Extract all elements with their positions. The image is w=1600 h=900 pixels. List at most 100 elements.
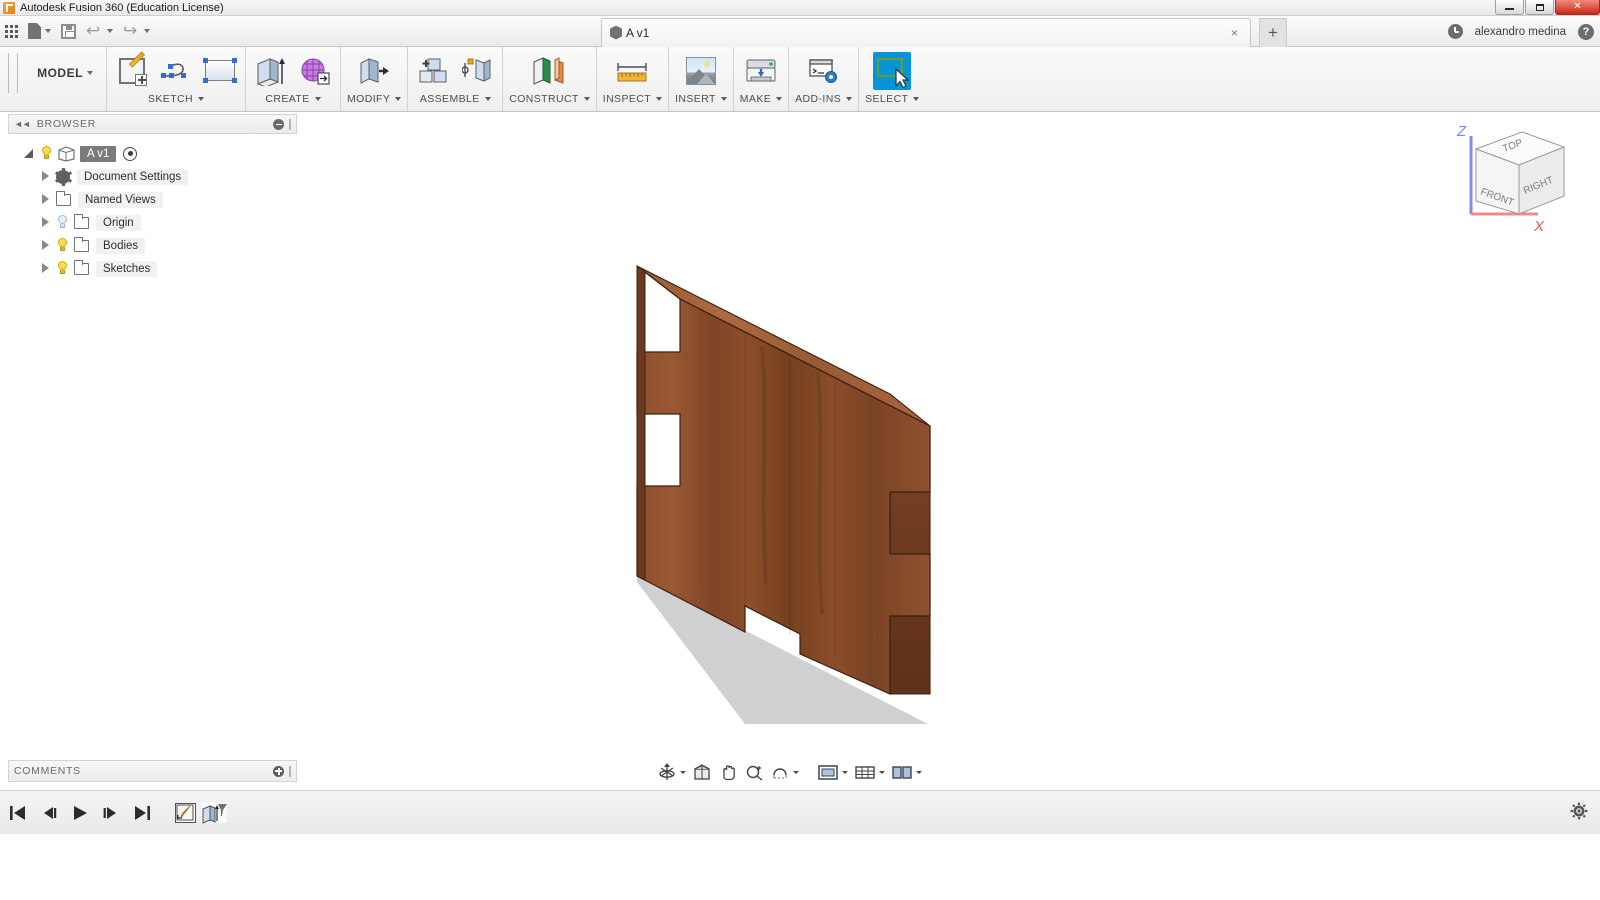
browser-item-bodies[interactable]: Bodies: [8, 234, 297, 257]
panel-label-construct[interactable]: CONSTRUCT: [509, 91, 590, 107]
create-mesh-button[interactable]: [296, 52, 334, 90]
zoom-icon: [746, 765, 763, 781]
viewports-button[interactable]: [889, 759, 924, 785]
panel-add-ins: ADD-INS: [788, 47, 858, 111]
window-title-bar: Autodesk Fusion 360 (Education License) …: [0, 0, 1600, 16]
close-button[interactable]: ✕: [1555, 0, 1600, 15]
panel-label-sketch[interactable]: SKETCH: [148, 91, 204, 107]
app-grid-button[interactable]: [0, 17, 23, 45]
chevron-down-icon: [793, 770, 799, 774]
panel-label-make[interactable]: MAKE: [740, 91, 783, 107]
settings-button[interactable]: [1570, 802, 1588, 820]
look-at-button[interactable]: [690, 759, 714, 785]
chevron-collapsed-icon[interactable]: [40, 171, 51, 182]
browser-tree: A v1 Document Settings Named Views Origi…: [8, 134, 297, 280]
restore-button[interactable]: [1525, 0, 1554, 15]
panel-label-select[interactable]: SELECT: [865, 91, 920, 107]
panel-label-insert[interactable]: INSERT: [675, 91, 727, 107]
activate-component-icon[interactable]: [123, 146, 138, 161]
measure-button[interactable]: [613, 52, 651, 90]
offset-plane-button[interactable]: [530, 52, 568, 90]
visibility-bulb-icon[interactable]: [56, 261, 69, 276]
chevron-down-icon: [720, 97, 727, 101]
minimize-panel-icon[interactable]: [273, 118, 284, 130]
panel-label-create[interactable]: CREATE: [265, 91, 321, 107]
select-tool-button[interactable]: [873, 51, 912, 90]
chevron-collapsed-icon[interactable]: [40, 217, 51, 228]
comments-panel[interactable]: COMMENTS: [8, 760, 297, 782]
new-tab-button[interactable]: +: [1259, 17, 1287, 47]
panel-select: SELECT: [858, 47, 925, 111]
chevron-expanded-icon[interactable]: [24, 148, 35, 159]
chevron-collapsed-icon[interactable]: [40, 263, 51, 274]
browser-root-component[interactable]: A v1: [8, 142, 297, 165]
panel-label-inspect[interactable]: INSPECT: [603, 91, 663, 107]
redo-button[interactable]: ↪: [118, 17, 155, 45]
ruler-icon: [615, 60, 649, 82]
panel-assemble: ASSEMBLE: [407, 47, 502, 111]
timeline-go-to-end-button[interactable]: [132, 803, 152, 823]
grid-snaps-button[interactable]: [852, 759, 887, 785]
chevron-down-icon: [776, 97, 783, 101]
press-pull-button[interactable]: [355, 52, 393, 90]
x-axis-label: X: [1533, 218, 1545, 235]
joint-button[interactable]: [458, 52, 496, 90]
view-cube[interactable]: Z X TOP FRONT RIGHT: [1426, 114, 1586, 249]
workspace-switcher[interactable]: MODEL: [24, 47, 106, 99]
clock-icon[interactable]: [1447, 24, 1463, 39]
spline-button[interactable]: [157, 52, 195, 90]
help-icon[interactable]: ?: [1578, 23, 1594, 40]
collapse-left-icon[interactable]: ◄◄: [14, 119, 31, 129]
zoom-button[interactable]: [742, 759, 766, 785]
visibility-bulb-icon[interactable]: [56, 215, 69, 230]
chevron-down-icon: [45, 29, 51, 33]
display-settings-button[interactable]: [815, 759, 850, 785]
undo-button[interactable]: ↩: [81, 17, 118, 45]
scripts-addins-button[interactable]: [805, 52, 843, 90]
timeline-go-to-beginning-button[interactable]: [8, 803, 28, 823]
browser-root-label: A v1: [80, 145, 117, 162]
panel-construct: CONSTRUCT: [502, 47, 596, 111]
rectangle-button[interactable]: [201, 52, 239, 90]
panel-insert: INSERT: [668, 47, 733, 111]
insert-canvas-button[interactable]: [682, 52, 720, 90]
document-tab-label: A v1: [626, 25, 650, 40]
create-sketch-button[interactable]: [113, 50, 151, 90]
close-icon[interactable]: ×: [1227, 26, 1242, 40]
chevron-collapsed-icon[interactable]: [40, 240, 51, 251]
timeline-step-forward-button[interactable]: [101, 803, 121, 823]
browser-item-sketches[interactable]: Sketches: [8, 257, 297, 280]
document-tab[interactable]: A v1 ×: [601, 17, 1251, 47]
step-forward-icon: [103, 806, 116, 819]
browser-item-named-views[interactable]: Named Views: [8, 188, 297, 211]
visibility-bulb-icon[interactable]: [40, 146, 53, 161]
panel-resize-grip[interactable]: [289, 765, 291, 777]
add-comment-icon[interactable]: [273, 765, 284, 777]
save-button[interactable]: [56, 17, 81, 45]
minimize-button[interactable]: [1495, 0, 1524, 15]
panel-resize-grip[interactable]: [289, 118, 291, 130]
chevron-collapsed-icon[interactable]: [40, 194, 51, 205]
comments-title: COMMENTS: [14, 765, 81, 777]
new-component-button[interactable]: [414, 52, 452, 90]
pan-button[interactable]: [716, 759, 740, 785]
file-menu-button[interactable]: [23, 17, 56, 45]
browser-item-origin[interactable]: Origin: [8, 211, 297, 234]
orbit-button[interactable]: [655, 759, 688, 785]
panel-label-modify[interactable]: MODIFY: [347, 91, 402, 107]
ribbon-grip[interactable]: [8, 53, 18, 93]
extrude-button[interactable]: [252, 52, 290, 90]
panel-label-add-ins[interactable]: ADD-INS: [795, 91, 853, 107]
timeline-step-back-button[interactable]: [39, 803, 59, 823]
fit-button[interactable]: [768, 759, 801, 785]
window-title: Autodesk Fusion 360 (Education License): [20, 1, 224, 14]
timeline-feature-sketch[interactable]: [175, 802, 196, 823]
panel-label-assemble[interactable]: ASSEMBLE: [420, 91, 491, 107]
3d-print-button[interactable]: [742, 52, 780, 90]
timeline-feature-extrude[interactable]: [201, 802, 227, 824]
timeline-play-button[interactable]: [70, 803, 90, 823]
username-label[interactable]: alexandro medina: [1475, 26, 1566, 38]
browser-item-document-settings[interactable]: Document Settings: [8, 165, 297, 188]
visibility-bulb-icon[interactable]: [56, 238, 69, 253]
chevron-down-icon: [144, 29, 150, 33]
